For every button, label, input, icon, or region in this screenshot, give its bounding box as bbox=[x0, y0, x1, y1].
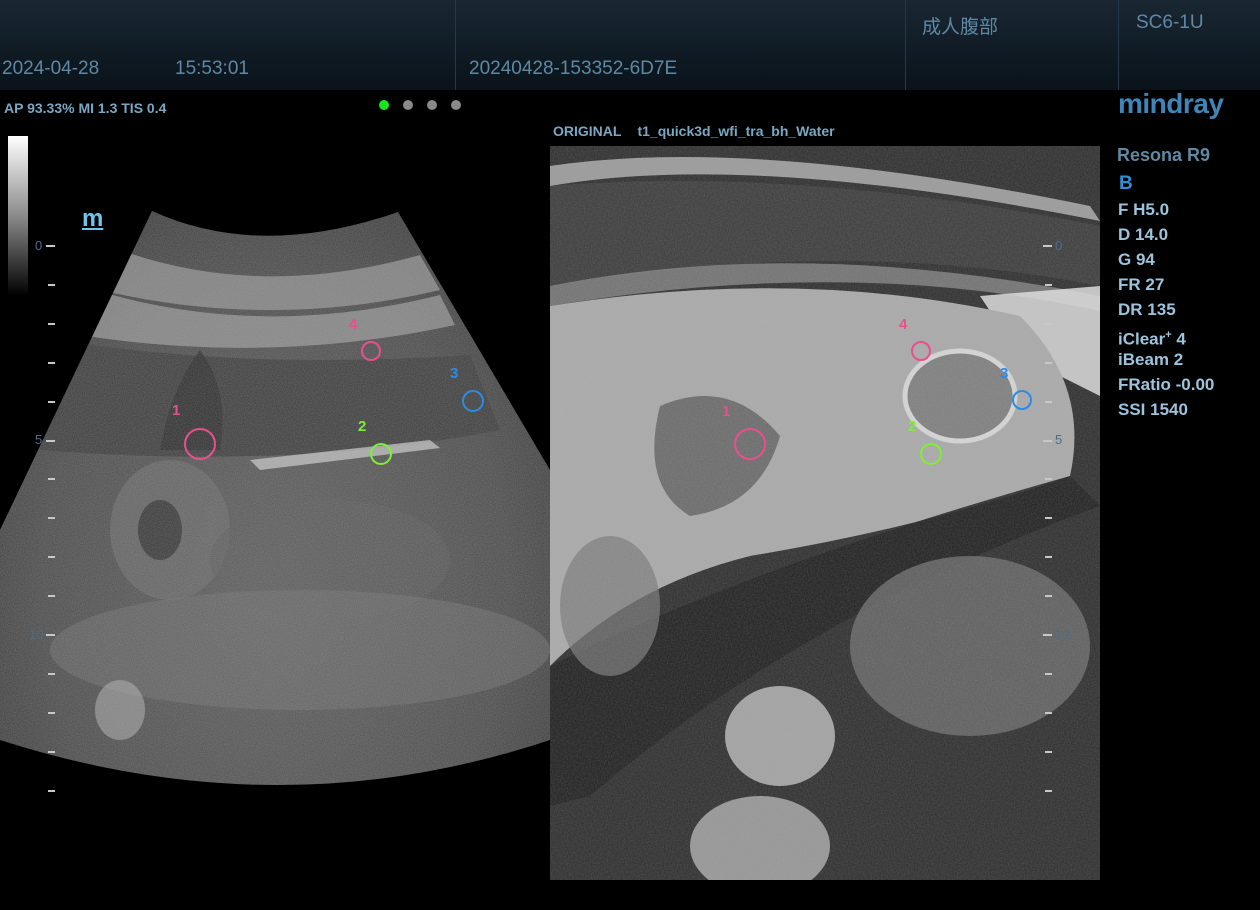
depth-tick bbox=[1045, 750, 1052, 753]
depth-tick bbox=[46, 439, 55, 442]
depth-tick bbox=[1045, 711, 1052, 714]
param-name: D bbox=[1118, 225, 1131, 244]
depth-tick bbox=[48, 750, 55, 753]
probe-label[interactable]: SC6-1U bbox=[1136, 12, 1204, 34]
param-name: F bbox=[1118, 200, 1129, 219]
param-value: 2 bbox=[1173, 350, 1184, 369]
depth-tick bbox=[1045, 672, 1052, 675]
depth-tick bbox=[48, 711, 55, 714]
exam-preset-label[interactable]: 成人腹部 bbox=[922, 12, 998, 39]
imaging-mode[interactable]: B bbox=[1119, 173, 1133, 195]
depth-tick bbox=[1045, 400, 1052, 403]
right-depth-scale: 0 5 10 bbox=[1043, 0, 1105, 910]
param-ibeam: iBeam 2 bbox=[1118, 349, 1214, 374]
depth-tick bbox=[48, 283, 55, 286]
param-value: 1540 bbox=[1150, 400, 1188, 419]
right-depth-label-10: 10 bbox=[1055, 627, 1070, 642]
marker-ring bbox=[734, 428, 766, 460]
depth-tick bbox=[48, 789, 55, 792]
depth-tick bbox=[1043, 245, 1052, 247]
depth-tick bbox=[48, 361, 55, 364]
fusion-image-label: ORIGINAL t1_quick3d_wfi_tra_bh_Water bbox=[553, 123, 835, 139]
mri-fusion-image[interactable] bbox=[550, 146, 1100, 880]
depth-tick bbox=[48, 400, 55, 403]
right-depth-label-0: 0 bbox=[1055, 238, 1063, 253]
depth-tick bbox=[48, 556, 55, 559]
param-g: G 94 bbox=[1118, 249, 1214, 274]
fusion-mode-label: ORIGINAL bbox=[553, 123, 622, 139]
depth-tick bbox=[1043, 439, 1052, 442]
right-depth-label-5: 5 bbox=[1055, 432, 1063, 447]
marker-ring bbox=[184, 428, 216, 460]
param-name: FR bbox=[1118, 275, 1141, 294]
param-value: 14.0 bbox=[1135, 225, 1169, 244]
depth-tick bbox=[48, 595, 55, 598]
param-d: D 14.0 bbox=[1118, 224, 1214, 249]
marker-ring bbox=[370, 443, 392, 465]
marker-ring bbox=[361, 341, 381, 361]
marker-number: 2 bbox=[908, 418, 917, 435]
depth-tick bbox=[1045, 322, 1052, 325]
param-ssi: SSI 1540 bbox=[1118, 399, 1214, 424]
depth-tick bbox=[46, 245, 55, 247]
depth-tick bbox=[1045, 556, 1052, 559]
marker-number: 4 bbox=[349, 316, 358, 333]
depth-tick bbox=[48, 322, 55, 325]
marker-ring bbox=[462, 390, 484, 412]
patient-id: 20240428-153352-6D7E bbox=[469, 58, 678, 79]
mri-image-graphic bbox=[550, 146, 1100, 880]
left-depth-scale: 0 5 10 bbox=[0, 0, 60, 910]
marker-number: 3 bbox=[1000, 365, 1009, 382]
param-name: iClear bbox=[1118, 329, 1166, 349]
left-depth-label-0: 0 bbox=[35, 238, 43, 253]
orientation-mark: m bbox=[82, 205, 104, 232]
param-iclear: iClear+ 4 bbox=[1118, 324, 1214, 349]
param-name: iBeam bbox=[1118, 350, 1170, 369]
depth-tick bbox=[48, 672, 55, 675]
param-name: SSI bbox=[1118, 400, 1146, 419]
marker-ring bbox=[920, 443, 942, 465]
exam-time: 15:53:01 bbox=[175, 58, 249, 79]
param-dr: DR 135 bbox=[1118, 299, 1214, 324]
marker-number: 1 bbox=[722, 403, 731, 420]
marker-number: 1 bbox=[172, 402, 181, 419]
param-value: -0.00 bbox=[1175, 375, 1215, 394]
param-fr: FR 27 bbox=[1118, 274, 1214, 299]
depth-tick bbox=[1045, 517, 1052, 520]
depth-tick bbox=[1045, 283, 1052, 286]
depth-tick bbox=[48, 478, 55, 481]
depth-tick bbox=[1043, 634, 1052, 636]
depth-tick bbox=[1045, 789, 1052, 792]
depth-tick bbox=[1045, 478, 1052, 481]
depth-tick bbox=[1045, 361, 1052, 364]
marker-number: 3 bbox=[450, 365, 459, 382]
marker-number: 2 bbox=[358, 418, 367, 435]
left-depth-label-10: 10 bbox=[29, 627, 44, 642]
depth-tick bbox=[46, 634, 55, 636]
marker-ring bbox=[1012, 390, 1032, 410]
marker-number: 4 bbox=[899, 316, 908, 333]
param-superscript: + bbox=[1165, 329, 1172, 341]
depth-tick bbox=[1045, 595, 1052, 598]
param-value: H5.0 bbox=[1133, 200, 1170, 219]
marker-ring bbox=[911, 341, 931, 361]
left-depth-label-5: 5 bbox=[35, 432, 43, 447]
param-fratio: FRatio -0.00 bbox=[1118, 374, 1214, 399]
param-value: 4 bbox=[1176, 329, 1186, 349]
series-name-label: t1_quick3d_wfi_tra_bh_Water bbox=[637, 123, 835, 139]
param-name: G bbox=[1118, 250, 1132, 269]
param-f: F H5.0 bbox=[1118, 199, 1214, 224]
param-name: FRatio bbox=[1118, 375, 1171, 394]
param-name: DR bbox=[1118, 300, 1143, 319]
system-model: Resona R9 bbox=[1117, 145, 1211, 165]
param-value: 27 bbox=[1145, 275, 1165, 294]
brand-logo: mindray bbox=[1118, 88, 1224, 119]
imaging-parameters-list: F H5.0 D 14.0 G 94 FR 27 DR 135 iClear+ 4 iBea… bbox=[1118, 199, 1214, 424]
depth-tick bbox=[48, 517, 55, 520]
param-value: 135 bbox=[1147, 300, 1176, 319]
param-value: 94 bbox=[1135, 250, 1155, 269]
